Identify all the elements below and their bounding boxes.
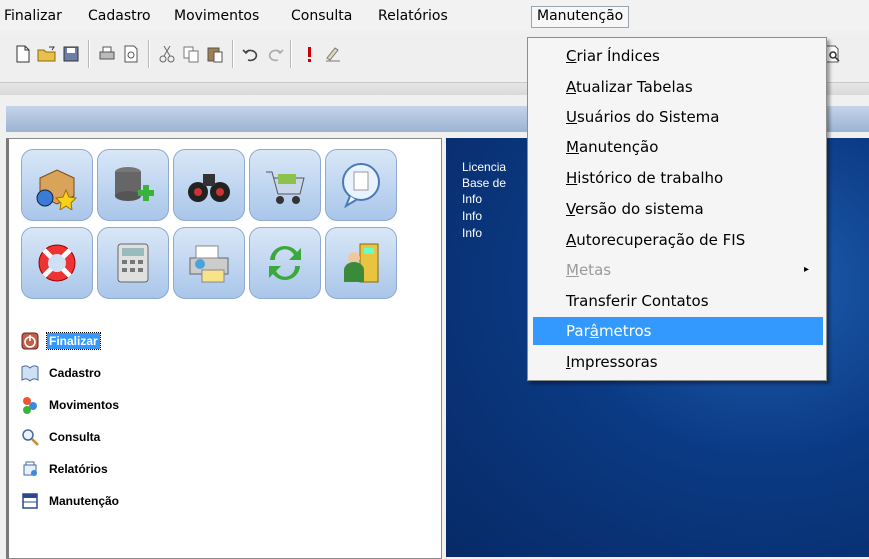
menu-consulta[interactable]: Consulta <box>289 7 354 27</box>
redo-icon[interactable] <box>264 43 286 65</box>
menu-item-historico-de-trabalho[interactable]: Histórico de trabalho <box>533 164 823 192</box>
cut-icon[interactable] <box>156 43 178 65</box>
menu-item-versao-do-sistema[interactable]: Versão do sistema <box>533 195 823 223</box>
magnifier-icon <box>19 426 41 448</box>
nav-label: Cadastro <box>49 366 102 380</box>
menu-finalizar[interactable]: Finalizar <box>2 7 64 27</box>
nav-item-consulta[interactable]: Consulta <box>19 425 102 449</box>
menu-bar: Finalizar Cadastro Movimentos Consulta R… <box>0 0 869 30</box>
nav-label: Finalizar <box>46 332 101 350</box>
menu-relatorios[interactable]: Relatórios <box>376 7 450 27</box>
info-line: Info <box>462 226 483 240</box>
nav-label: Consulta <box>49 430 101 444</box>
copy-icon[interactable] <box>180 43 202 65</box>
toolbar-separator <box>88 40 90 68</box>
menu-item-usuarios-do-sistema[interactable]: Usuários do Sistema <box>533 103 823 131</box>
paste-icon[interactable] <box>204 43 226 65</box>
nav-label: Relatórios <box>49 462 108 476</box>
speech-bubble-icon[interactable] <box>325 149 397 221</box>
menu-item-autorecuperacao-de-fis[interactable]: Autorecuperação de FIS <box>533 226 823 254</box>
manutencao-dropdown-menu: Criar Índices Atualizar Tabelas Usuários… <box>527 37 827 381</box>
exclamation-icon[interactable] <box>298 43 320 65</box>
menu-item-impressoras[interactable]: Impressoras <box>533 348 823 376</box>
report-icon <box>19 458 41 480</box>
power-icon <box>19 330 41 352</box>
nav-item-movimentos[interactable]: Movimentos <box>19 393 121 417</box>
print-preview-icon[interactable] <box>120 43 142 65</box>
menu-item-transferir-contatos[interactable]: Transferir Contatos <box>533 287 823 315</box>
toolbar-separator <box>232 40 234 68</box>
open-folder-icon[interactable] <box>36 43 58 65</box>
nav-item-manutencao[interactable]: Manutenção <box>19 489 121 513</box>
info-line: Licencia <box>462 160 507 174</box>
menu-item-manutencao[interactable]: Manutenção <box>533 133 823 161</box>
menu-item-metas[interactable]: Metas ▸ <box>533 256 823 284</box>
menu-manutencao[interactable]: Manutenção <box>531 6 630 28</box>
database-add-icon[interactable] <box>97 149 169 221</box>
package-globe-icon[interactable] <box>21 149 93 221</box>
cubes-icon <box>19 394 41 416</box>
signature-icon[interactable] <box>322 43 344 65</box>
exit-door-icon[interactable] <box>325 227 397 299</box>
menu-movimentos[interactable]: Movimentos <box>172 7 261 27</box>
refresh-arrows-icon[interactable] <box>249 227 321 299</box>
submenu-arrow-icon: ▸ <box>803 264 809 275</box>
shopping-cart-icon[interactable] <box>249 149 321 221</box>
toolbar-separator <box>290 40 292 68</box>
menu-cadastro[interactable]: Cadastro <box>86 7 153 27</box>
left-panel: Finalizar Cadastro Movimentos Consulta R… <box>6 138 442 559</box>
nav-item-finalizar[interactable]: Finalizar <box>19 329 101 353</box>
info-line: Base de <box>462 176 507 190</box>
menu-item-atualizar-tabelas[interactable]: Atualizar Tabelas <box>533 73 823 101</box>
calculator-icon[interactable] <box>97 227 169 299</box>
menu-item-parametros[interactable]: Parâmetros <box>533 317 823 345</box>
menu-item-criar-indices[interactable]: Criar Índices <box>533 42 823 70</box>
window-icon <box>19 490 41 512</box>
info-line: Info <box>462 209 483 223</box>
binoculars-icon[interactable] <box>173 149 245 221</box>
undo-icon[interactable] <box>240 43 262 65</box>
info-line: Info <box>462 192 483 206</box>
print-icon[interactable] <box>96 43 118 65</box>
nav-label: Movimentos <box>49 398 120 412</box>
nav-label: Manutenção <box>49 494 120 508</box>
nav-item-cadastro[interactable]: Cadastro <box>19 361 103 385</box>
toolbar-separator <box>148 40 150 68</box>
new-document-icon[interactable] <box>12 43 34 65</box>
book-icon <box>19 362 41 384</box>
printer-icon[interactable] <box>173 227 245 299</box>
save-icon[interactable] <box>60 43 82 65</box>
nav-item-relatorios[interactable]: Relatórios <box>19 457 110 481</box>
lifebuoy-icon[interactable] <box>21 227 93 299</box>
